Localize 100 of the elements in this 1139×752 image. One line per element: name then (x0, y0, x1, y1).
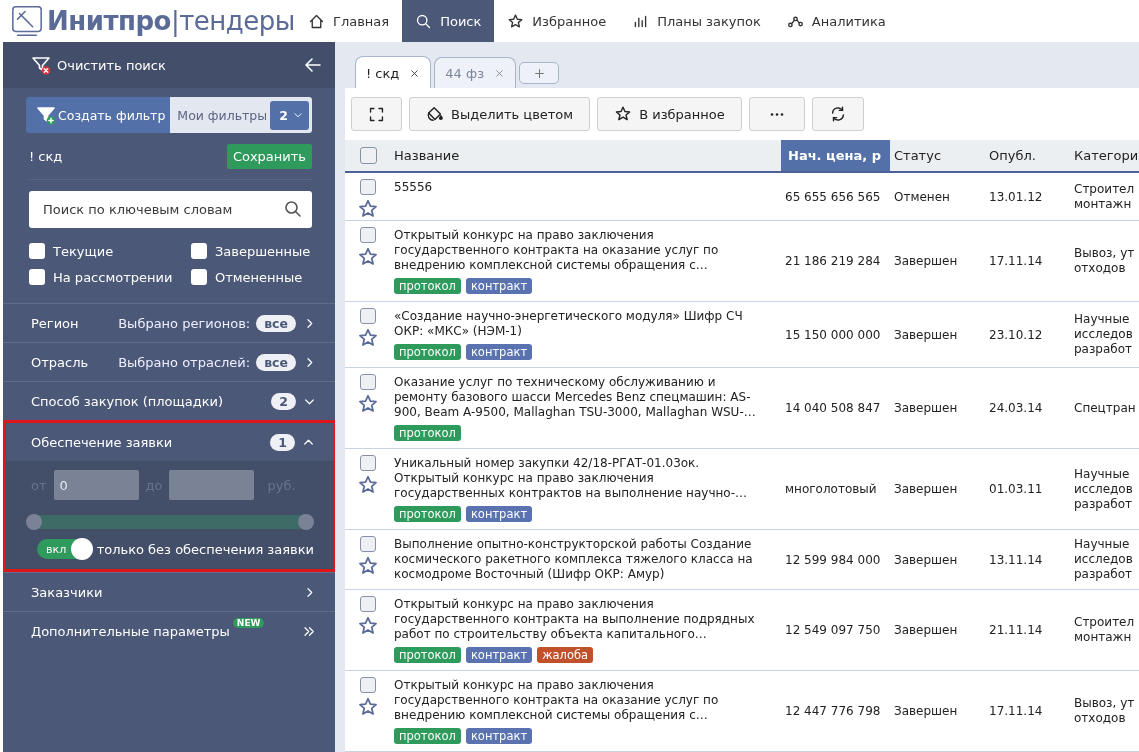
price-cell-text: 12 549 097 750 (784, 623, 882, 637)
star-icon[interactable] (356, 246, 379, 268)
nav-item[interactable]: Планы закупок (619, 0, 774, 42)
filter-section-header[interactable]: Способ закупок (площадки) 2 (3, 382, 335, 420)
save-button[interactable]: Сохранить (226, 144, 312, 169)
star-icon[interactable] (356, 393, 379, 415)
checkbox-label: На рассмотрении (53, 269, 173, 285)
tender-title[interactable]: Открытый конкурс на право заключения государственного контракта на оказание услуг по внедрению комплексной системы обращения с… (394, 678, 719, 723)
back-arrow-icon[interactable] (303, 55, 323, 75)
checkbox[interactable] (191, 243, 207, 259)
category-cell-text: Спецтран (1073, 399, 1137, 417)
row-checkbox[interactable] (359, 455, 376, 471)
tag[interactable]: протокол (394, 278, 461, 294)
star-icon[interactable] (356, 327, 379, 349)
tender-title[interactable]: Оказание услуг по техническому обслуживанию и ремонту базового шасси Mercedes Benz спецмашин: AS- 900, Beam A-9500, Mallaghan TSU-3000, Mallaghan WSU-… (394, 375, 756, 420)
section-label: Дополнительные параметры (31, 623, 230, 639)
category-cell-text: Строител монтажн (1073, 614, 1136, 646)
price-cell-text: 21 186 219 284 (784, 254, 882, 268)
date-cell-text: 21.11.14 (988, 623, 1044, 637)
slider-thumb[interactable] (26, 514, 42, 530)
status-cell-text: Завершен (893, 704, 959, 718)
tag[interactable]: жалоба (537, 647, 594, 663)
filter-section-header[interactable]: Заказчики (3, 573, 335, 611)
category-cell-text: Научные исследов разработ (1073, 465, 1134, 513)
refresh-button[interactable] (811, 97, 864, 131)
to-field[interactable] (169, 470, 255, 500)
tag[interactable]: протокол (394, 506, 461, 522)
price-cell-text: многолотовый (784, 482, 878, 496)
nav-item[interactable]: Аналитика (773, 0, 899, 42)
checkbox[interactable] (191, 269, 207, 285)
tender-title[interactable]: «Создание научно-энергетического модуля» Шифр СЧ ОКР: «МКС» (НЭМ-1) (394, 309, 743, 339)
tender-title[interactable]: Уникальный номер закупки 42/18-РГАТ-01.03ок. Открытый конкурс на право заключения государственных контрактов на выполнение научно-… (394, 456, 747, 501)
star-icon[interactable] (356, 696, 379, 718)
range-slider[interactable] (26, 514, 314, 530)
search-icon[interactable] (283, 199, 303, 219)
filter-section-header[interactable]: Обеспечение заявки 1 (6, 423, 334, 461)
tag[interactable]: контракт (465, 278, 533, 294)
star-icon[interactable] (356, 555, 379, 577)
nav-item[interactable]: Главная (295, 0, 403, 42)
row-checkbox[interactable] (359, 179, 376, 195)
column-header[interactable]: Название (390, 140, 781, 171)
checkbox[interactable] (29, 269, 45, 285)
checkbox-label: Отмененные (215, 269, 303, 285)
row-checkbox[interactable] (359, 536, 376, 552)
category-cell-text: Вывоз, ут отходов (1073, 695, 1136, 727)
close-icon[interactable] (409, 67, 421, 79)
price-cell-text: 65 655 656 565 (784, 189, 882, 204)
row-checkbox[interactable] (359, 308, 376, 324)
column-header[interactable]: Нач. цена, р (781, 140, 890, 171)
star-icon[interactable] (356, 474, 379, 496)
tag[interactable]: контракт (465, 728, 533, 744)
highlight-color-button[interactable]: Выделить цветом (409, 97, 591, 131)
column-header[interactable]: Категори (1070, 140, 1139, 171)
fullscreen-button[interactable] (351, 97, 402, 131)
filter-section-header[interactable]: Отрасль Выбрано отраслей: все (3, 343, 335, 381)
row-checkbox[interactable] (359, 596, 376, 612)
tender-title[interactable]: Открытый конкурс на право заключения государственного контракта на выполнение подрядных работ по строительству объекта капитального… (394, 597, 755, 642)
tag[interactable]: протокол (394, 728, 461, 744)
count-badge: 2 (271, 392, 296, 410)
tag[interactable]: протокол (394, 425, 461, 441)
filters-count-dropdown[interactable]: 2 (270, 100, 309, 130)
checkbox-label: Текущие (53, 243, 114, 259)
category-cell-text: Научные исследов разработ (1073, 311, 1134, 358)
nav-item[interactable]: Поиск (402, 0, 495, 42)
filter-section-header[interactable]: Регион Выбрано регионов: все (3, 304, 335, 342)
row-checkbox[interactable] (359, 677, 376, 693)
search-field[interactable]: Поиск по ключевым словам (29, 191, 312, 228)
filter-section-header[interactable]: Дополнительные параметры NEW (3, 612, 335, 650)
add-tab-button[interactable] (519, 62, 560, 84)
price-cell-text: 15 150 000 000 (784, 327, 882, 342)
paint-bucket-icon (426, 105, 444, 123)
nav-item[interactable]: Избранное (494, 0, 620, 42)
price-cell-text: 12 599 984 000 (784, 552, 882, 567)
add-to-favorites-button[interactable]: В избранное (597, 97, 742, 131)
tag[interactable]: контракт (465, 647, 533, 663)
create-filter-button[interactable]: Создать фильтр (26, 97, 171, 133)
logo-text: Инитпро|тендеры (47, 6, 295, 36)
tag[interactable]: протокол (394, 344, 461, 360)
row-checkbox[interactable] (359, 227, 376, 243)
star-icon[interactable] (356, 198, 379, 220)
tag[interactable]: протокол (394, 647, 461, 663)
tag[interactable]: контракт (465, 344, 533, 360)
column-header[interactable]: Статус (890, 140, 985, 171)
tab[interactable]: ! скд (355, 56, 432, 89)
category-cell-text: Строител монтажн (1073, 180, 1136, 213)
checkbox[interactable] (29, 243, 45, 259)
tender-title[interactable]: Выполнение опытно-конструкторской работы Создание космического ракетного комплекса тяжелого класса на космодроме Восточный (Шифр ОКР: Амур) (394, 537, 753, 582)
status-cell-text: Завершен (893, 401, 959, 415)
tender-title[interactable]: 55556 (394, 180, 433, 195)
tag[interactable]: контракт (465, 506, 533, 522)
column-header[interactable]: Опубл. (985, 140, 1070, 171)
star-icon[interactable] (356, 615, 379, 637)
search-icon (415, 12, 433, 30)
tender-title[interactable]: Открытый конкурс на право заключения государственного контракта на оказание услуг по внедрению комплексной системы обращения с… (394, 228, 719, 273)
price-cell-text: 12 447 776 798 (784, 704, 882, 718)
toggle-switch[interactable]: вкл (37, 539, 91, 559)
select-all-checkbox[interactable] (360, 147, 377, 164)
row-checkbox[interactable] (359, 374, 376, 390)
slider-thumb[interactable] (298, 514, 314, 530)
fullscreen-icon (368, 105, 385, 123)
